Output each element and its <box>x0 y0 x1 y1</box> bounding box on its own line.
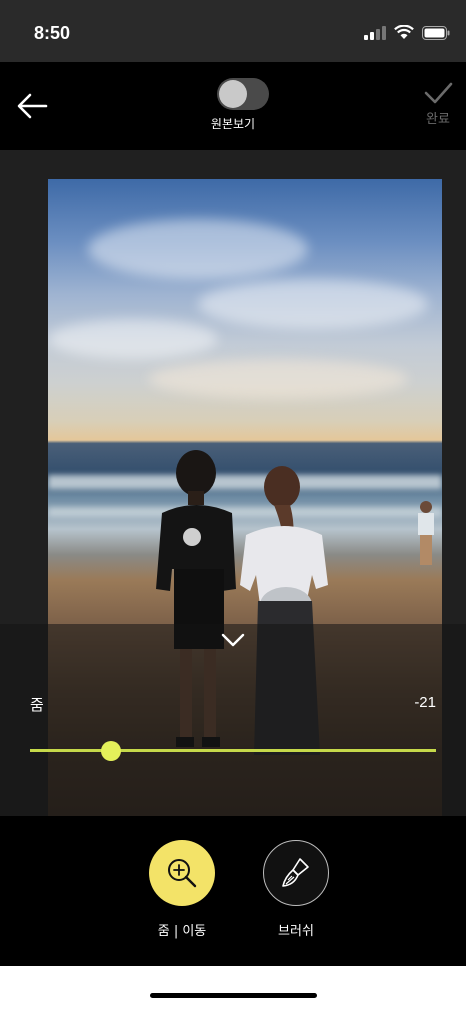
home-area <box>0 966 466 1009</box>
brush-tool[interactable]: 브러쉬 <box>256 840 336 939</box>
brush-label: 브러쉬 <box>278 924 314 939</box>
zoom-tool-button[interactable] <box>149 840 215 906</box>
zoom-move-tool[interactable]: 줌 | 이동 <box>142 840 222 939</box>
check-icon <box>424 82 453 104</box>
child-figure <box>418 501 434 565</box>
brush-icon <box>282 858 309 887</box>
collapse-button[interactable] <box>219 630 247 650</box>
home-indicator[interactable] <box>150 993 317 998</box>
cloud <box>88 219 308 279</box>
top-bar: 원본보기 완료 <box>0 62 466 150</box>
brush-tool-button[interactable] <box>263 840 329 906</box>
zoom-in-icon <box>168 859 197 888</box>
signal-icon <box>364 25 386 40</box>
status-icons <box>364 25 450 40</box>
adjust-slider-track[interactable] <box>30 749 436 752</box>
adjust-slider-thumb[interactable] <box>101 741 122 761</box>
done-label: 완료 <box>426 112 450 127</box>
adjust-value: -21 <box>414 694 436 711</box>
cloud <box>198 279 428 329</box>
battery-icon <box>422 25 450 40</box>
cloud <box>148 359 408 399</box>
adjust-label: 줌 <box>30 696 44 714</box>
chevron-down-icon <box>221 633 245 647</box>
original-view-toggle[interactable] <box>217 78 269 110</box>
zoom-move-label: 줌 | 이동 <box>157 924 207 939</box>
toggle-knob <box>219 80 247 108</box>
tool-bar: 줌 | 이동 브러쉬 <box>0 816 466 966</box>
status-time: 8:50 <box>34 23 71 43</box>
cloud <box>48 319 218 359</box>
status-bar: 8:50 <box>0 0 466 62</box>
editor-screen: 8:50 원본보기 완료 줌 -21 줌 | 이동 브러쉬 <box>0 0 466 1009</box>
original-view-label: 원본보기 <box>210 117 256 131</box>
wifi-icon <box>394 25 414 39</box>
done-button[interactable]: 완료 <box>418 80 458 128</box>
adjust-panel: 줌 -21 <box>0 624 466 816</box>
